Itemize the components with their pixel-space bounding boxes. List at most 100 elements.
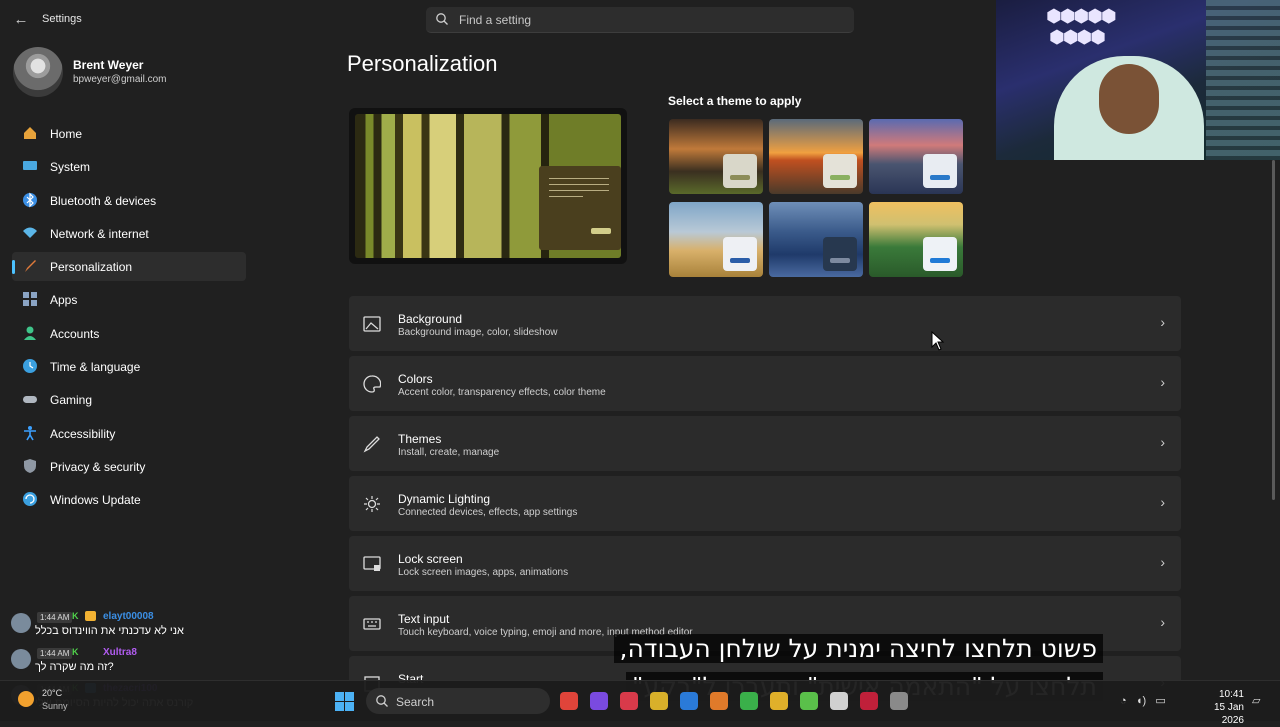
clock-time: 10:41: [1218, 689, 1244, 700]
card-title: Lock screen: [398, 552, 463, 566]
taskbar-app-app-green[interactable]: [740, 692, 758, 710]
chat-timestamp: 1:44 AM: [37, 648, 73, 659]
volume-icon[interactable]: ◖): [1136, 695, 1146, 707]
sidebar-item-label: Privacy & security: [50, 459, 146, 474]
sidebar-item-home[interactable]: Home: [12, 119, 246, 148]
search-icon: [376, 695, 388, 707]
sidebar-item-label: Apps: [50, 293, 78, 308]
theme-window-sample: [923, 237, 957, 271]
settings-card-dynamic-lighting[interactable]: Dynamic Lighting Connected devices, effec…: [349, 476, 1181, 531]
theme-window-sample: [923, 154, 957, 188]
controller-icon: [23, 396, 37, 404]
card-title: Colors: [398, 372, 433, 386]
palette-icon: [363, 375, 381, 393]
sidebar-item-gaming[interactable]: Gaming: [12, 385, 246, 414]
settings-card-colors[interactable]: Colors Accent color, transparency effects…: [349, 356, 1181, 411]
system-icon: [23, 161, 37, 171]
taskbar-app-app-white[interactable]: [830, 692, 848, 710]
theme-window-sample: [723, 237, 757, 271]
sidebar-item-accounts[interactable]: Accounts: [12, 319, 246, 348]
card-subtitle: Background image, color, slideshow: [398, 327, 558, 338]
card-title: Text input: [398, 612, 450, 626]
webcam-overlay: ⬢⬢⬢⬢⬢ ⬢⬢⬢⬢: [996, 0, 1280, 160]
sidebar-item-privacy-security[interactable]: Privacy & security: [12, 452, 246, 481]
theme-window-sample: [823, 154, 857, 188]
sidebar-nav: Home System Bluetooth & devices Network & i…: [12, 119, 246, 519]
sidebar-item-label: Home: [50, 127, 83, 141]
theme-thumbnail-forest-sunset[interactable]: [669, 119, 763, 194]
chat-username: elayt00008: [103, 611, 154, 622]
taskbar-app-app-orange[interactable]: [710, 692, 728, 710]
search-icon: [436, 13, 448, 25]
chat-username: Xultra8: [103, 647, 137, 658]
kick-badge-icon: K: [72, 647, 79, 657]
sidebar-item-apps[interactable]: Apps: [12, 285, 246, 314]
notification-icon[interactable]: ▱: [1252, 694, 1260, 707]
sun-icon[interactable]: [18, 691, 34, 707]
weather-temperature: 20°C: [42, 688, 63, 698]
taskbar-app-app-purple[interactable]: [590, 692, 608, 710]
sidebar-item-label: Windows Update: [50, 493, 141, 508]
taskbar-app-app-gray[interactable]: [890, 692, 908, 710]
back-button[interactable]: ←: [12, 10, 30, 30]
settings-card-background[interactable]: Background Background image, color, slide…: [349, 296, 1181, 351]
card-subtitle: Connected devices, effects, app settings: [398, 507, 578, 518]
theme-window-sample: [823, 237, 857, 271]
person-icon: [24, 326, 36, 340]
chevron-right-icon: ›: [1160, 434, 1165, 450]
chat-timestamp: 1:44 AM: [37, 612, 73, 623]
chat-avatar: [11, 649, 31, 669]
settings-card-lock-screen[interactable]: Lock screen Lock screen images, apps, ani…: [349, 536, 1181, 591]
settings-card-themes[interactable]: Themes Install, create, manage ›: [349, 416, 1181, 471]
chevron-right-icon: ›: [1160, 554, 1165, 570]
streamer-head: [1099, 64, 1159, 134]
page-title: Personalization: [347, 51, 498, 76]
shield-icon: [24, 458, 36, 473]
system-tray[interactable]: ◔ ◖) ▭: [1120, 694, 1166, 707]
taskbar-app-app-yellow[interactable]: [650, 692, 668, 710]
weather-description: Sunny: [42, 701, 68, 711]
taskbar-clock[interactable]: 10:41 15 Jan 2026: [1190, 688, 1244, 727]
globe-clock-icon: [23, 359, 37, 374]
hexagon-lights: ⬢⬢⬢⬢⬢ ⬢⬢⬢⬢: [1046, 6, 1117, 47]
card-title: Background: [398, 312, 463, 326]
keyboard-icon: [363, 618, 381, 630]
subtitle-line-1: פשוט תלחצו לחיצה ימנית על שולחן העבודה,: [613, 634, 1103, 663]
theme-thumbnail-ocean-wave[interactable]: [769, 202, 863, 277]
taskbar-app-vivaldi[interactable]: [560, 692, 578, 710]
sidebar-item-accessibility[interactable]: Accessibility: [12, 419, 246, 448]
window-blinds: [1206, 0, 1280, 160]
chat-avatar: [11, 613, 31, 633]
chat-text: אני לא עדכנתי את הווינדוס בכלל: [35, 625, 184, 637]
taskbar-app-app-blue[interactable]: [680, 692, 698, 710]
theme-thumbnail-garden-light[interactable]: [869, 202, 963, 277]
avatar[interactable]: [13, 47, 63, 97]
taskbar-app-app-gold[interactable]: [770, 692, 788, 710]
taskbar-app-app-lime[interactable]: [800, 692, 818, 710]
bluetooth-icon: [23, 192, 37, 208]
sidebar-item-time-language[interactable]: Time & language: [12, 352, 246, 381]
scrollbar[interactable]: [1272, 160, 1275, 500]
taskbar-app-app-red[interactable]: [620, 692, 638, 710]
chevron-right-icon: ›: [1160, 494, 1165, 510]
theme-grid: [669, 119, 965, 277]
wifi-icon[interactable]: ◔: [1120, 695, 1127, 707]
apps-icon: [23, 292, 37, 307]
lock-screen-icon: [363, 556, 381, 571]
sidebar-item-network-internet[interactable]: Network & internet: [12, 219, 246, 248]
sidebar-item-label: Accounts: [50, 326, 100, 341]
mouse-cursor-icon: [931, 331, 945, 351]
card-subtitle: Lock screen images, apps, animations: [398, 567, 569, 578]
battery-icon[interactable]: ▭: [1155, 695, 1165, 707]
sidebar-item-windows-update[interactable]: Windows Update: [12, 485, 246, 514]
theme-thumbnail-wheat-field[interactable]: [669, 202, 763, 277]
taskbar-app-app-crimson[interactable]: [860, 692, 878, 710]
sidebar-item-system[interactable]: System: [12, 152, 246, 181]
windows-start-icon[interactable]: [335, 692, 354, 711]
sidebar-item-bluetooth-devices[interactable]: Bluetooth & devices: [12, 186, 246, 215]
theme-thumbnail-ocean-sunset[interactable]: [769, 119, 863, 194]
theme-thumbnail-rock-coast[interactable]: [869, 119, 963, 194]
settings-search-box[interactable]: Find a setting: [426, 7, 854, 33]
sidebar-item-personalization[interactable]: Personalization: [12, 252, 246, 282]
taskbar-search[interactable]: Search: [366, 688, 550, 714]
